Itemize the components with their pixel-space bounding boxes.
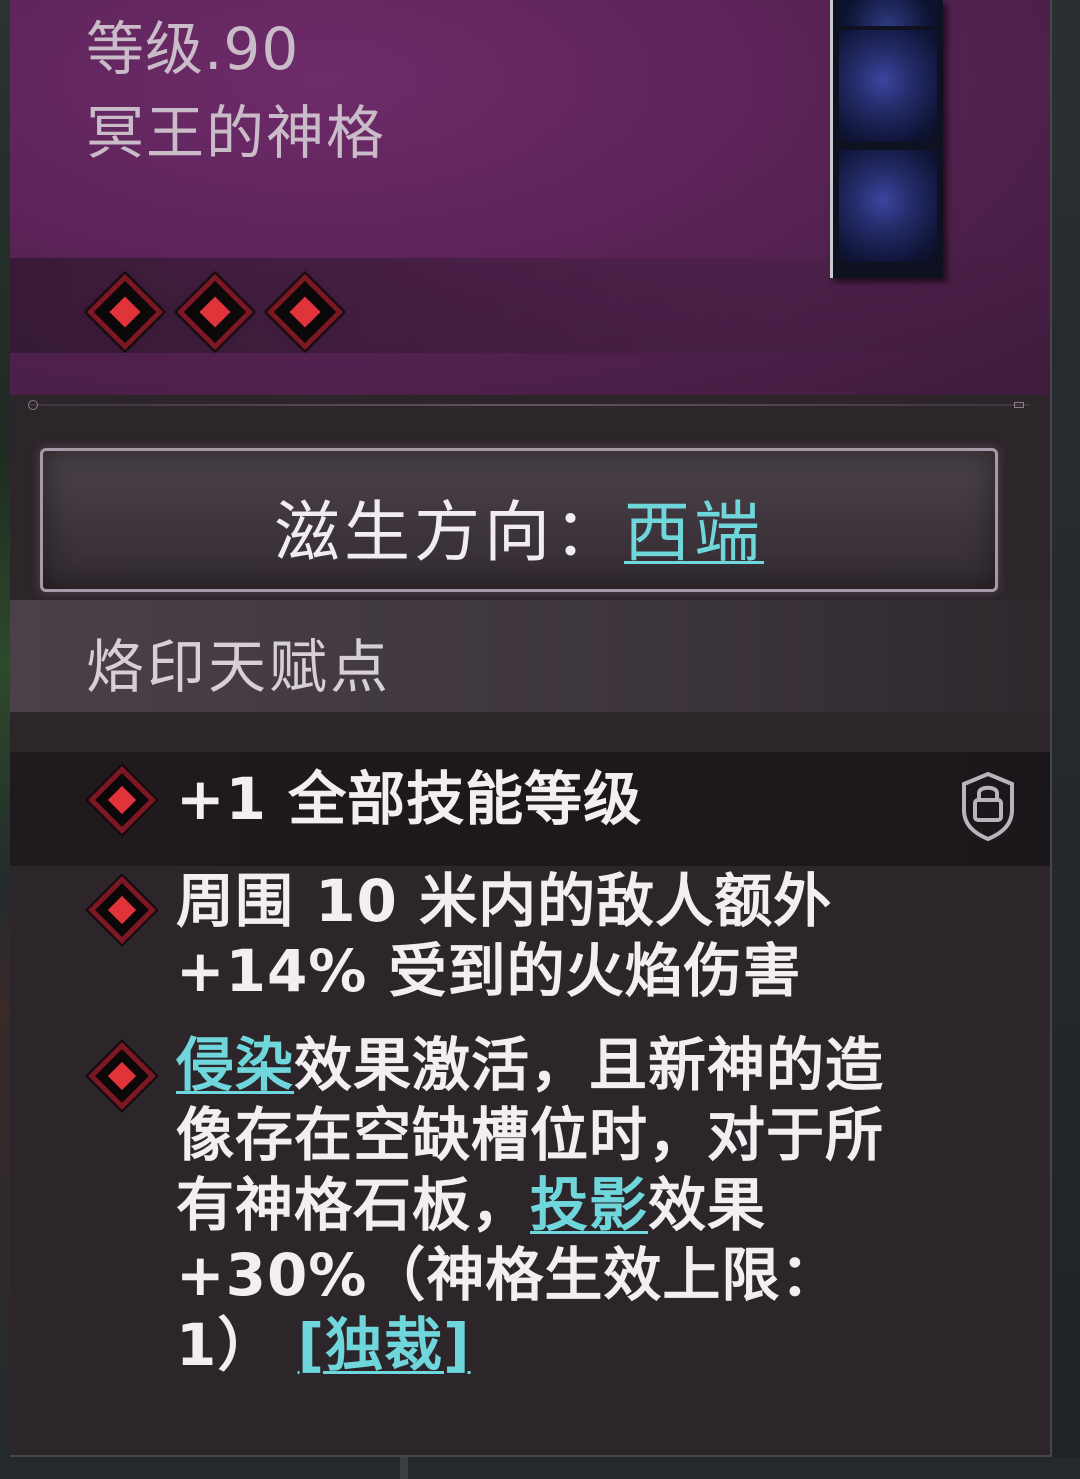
stat-line-2: 周围 10 米内的敌人额外 +14% 受到的火焰伤害	[176, 866, 896, 1006]
growth-direction-value-link[interactable]: 西端	[624, 494, 764, 571]
divider-ornament	[1014, 402, 1024, 408]
item-tooltip-panel: 等级.90 冥王的神格 滋生方向：西端 烙印天赋点 +1 全部技能等级 周围 1…	[10, 0, 1052, 1457]
portrait-tile	[839, 150, 937, 262]
stat-text: 周围 10 米内的敌人额外 +14% 受到的火焰伤害	[176, 867, 833, 1005]
keyword-link-infection[interactable]: 侵染	[176, 1031, 294, 1099]
tooltip-header: 等级.90 冥王的神格	[10, 0, 1050, 395]
talent-section-title: 烙印天赋点	[86, 633, 392, 701]
item-level: 等级.90	[86, 15, 300, 83]
keyword-link-dictator[interactable]: [独裁]	[298, 1311, 471, 1379]
item-portrait	[830, 0, 943, 278]
stat-gem-icon	[88, 1042, 156, 1110]
stat-text: +1 全部技能等级	[176, 765, 643, 833]
growth-direction-text: 滋生方向：西端	[43, 479, 995, 575]
background-bottom	[0, 1457, 1080, 1479]
stat-line-3: 侵染效果激活，且新神的造像存在空缺槽位时，对于所有神格石板，投影效果 +30%（…	[176, 1030, 896, 1380]
growth-direction-box: 滋生方向：西端	[40, 448, 998, 592]
stat-gem-icon	[88, 876, 156, 944]
divider-ornament	[28, 400, 38, 410]
keyword-link-projection[interactable]: 投影	[530, 1171, 648, 1239]
background-marker	[400, 1457, 408, 1479]
lock-shield-icon[interactable]	[958, 770, 1018, 842]
background-right	[1052, 0, 1080, 1479]
item-name: 冥王的神格	[86, 99, 387, 167]
background-left	[0, 0, 10, 1479]
game-screen: 等级.90 冥王的神格 滋生方向：西端 烙印天赋点 +1 全部技能等级 周围 1…	[0, 0, 1080, 1479]
section-divider	[30, 404, 1030, 406]
stat-line-1: +1 全部技能等级	[176, 764, 896, 834]
portrait-tile	[839, 0, 937, 26]
growth-direction-label: 滋生方向：	[274, 494, 624, 571]
portrait-tile	[839, 30, 937, 142]
